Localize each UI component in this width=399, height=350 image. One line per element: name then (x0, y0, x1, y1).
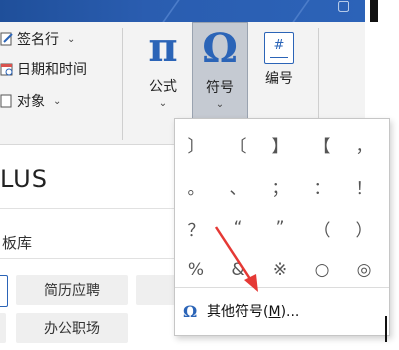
text-cursor (385, 316, 387, 342)
annotation-arrow (214, 226, 258, 292)
